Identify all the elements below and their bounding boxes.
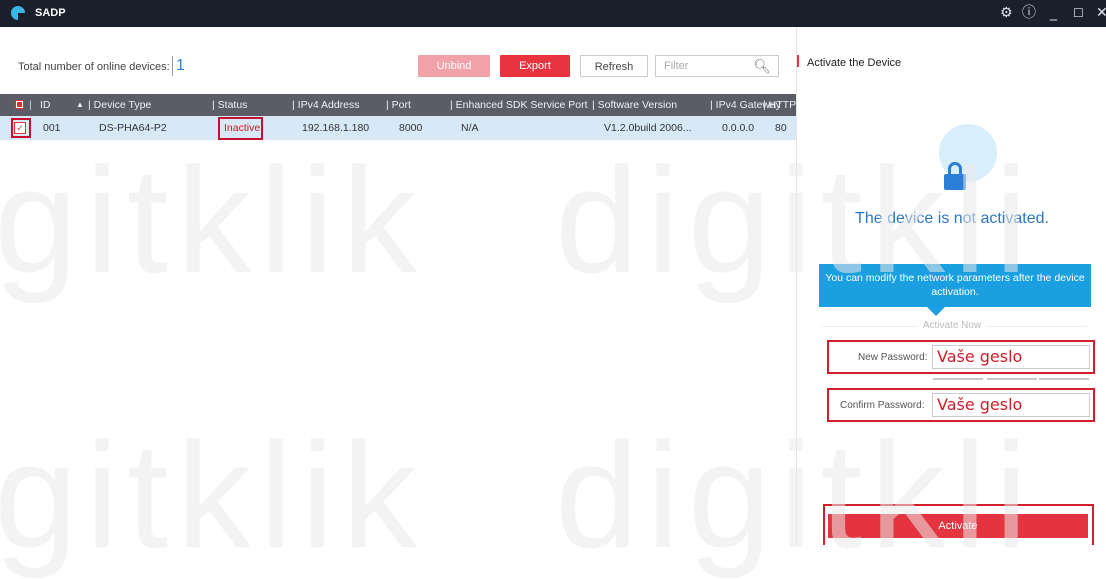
search-icon[interactable]: 🔍︎ (753, 57, 771, 75)
table-row[interactable]: ✓ 001 DS-PHA64-P2 Inactive 192.168.1.180… (0, 116, 796, 140)
activate-button[interactable]: Activate (828, 514, 1088, 538)
tooltip-arrow (927, 307, 945, 316)
cell-software-version: V1.2.0build 2006... (604, 122, 692, 134)
cell-port: 8000 (399, 122, 423, 134)
new-password-field: New Password: Vaše geslo (827, 340, 1095, 374)
unbind-button[interactable]: Unbind (418, 55, 490, 77)
filter-input[interactable]: Filter 🔍︎ (655, 55, 779, 77)
column-header-status[interactable]: | Status (212, 94, 247, 116)
new-password-label: New Password: (858, 352, 928, 363)
filter-placeholder: Filter (664, 60, 689, 72)
confirm-password-input[interactable]: Vaše geslo (932, 393, 1090, 417)
activate-panel: Activate the Device The device is not ac… (796, 27, 1106, 545)
column-header-software-version[interactable]: | Software Version (592, 94, 677, 116)
column-header-sdk-port[interactable]: | Enhanced SDK Service Port (450, 94, 588, 116)
table-header: | ID ▲ | Device Type | Status | IPv4 Add… (0, 94, 796, 116)
confirm-password-field: Confirm Password: Vaše geslo (827, 388, 1095, 422)
minimize-icon[interactable]: _ (1050, 4, 1057, 22)
maximize-icon[interactable]: ☐ (1073, 4, 1084, 22)
column-header-http[interactable]: | HTTP (763, 94, 796, 116)
gear-icon[interactable]: ⚙ (1000, 4, 1013, 22)
password-strength-bar-2 (987, 378, 1037, 380)
activation-status-message: The device is not activated. (855, 210, 1049, 227)
info-icon[interactable]: ⓘ (1022, 4, 1036, 22)
status-highlight (218, 117, 263, 140)
column-header-device-type[interactable]: | Device Type (88, 94, 151, 116)
column-header-id[interactable]: ID (40, 94, 51, 116)
select-all-checkbox[interactable] (15, 100, 24, 109)
activate-now-label: Activate Now (797, 320, 1106, 331)
total-devices-count: 1 (172, 56, 185, 76)
cell-ipv4: 192.168.1.180 (302, 122, 370, 134)
app-logo-icon (11, 6, 25, 20)
export-button[interactable]: Export (500, 55, 570, 77)
section-marker (797, 55, 799, 67)
titlebar: SADP ⚙ ⓘ _ ☐ ✕ (0, 0, 1106, 27)
activate-panel-title: Activate the Device (807, 57, 902, 69)
new-password-input[interactable]: Vaše geslo (932, 345, 1090, 369)
column-separator: | (29, 99, 32, 111)
close-icon[interactable]: ✕ (1096, 4, 1106, 22)
info-tooltip: You can modify the network parameters af… (819, 264, 1091, 307)
lock-icon-body (944, 174, 966, 190)
checkbox-highlight (11, 118, 31, 138)
cell-device-type: DS-PHA64-P2 (99, 122, 167, 134)
app-name: SADP (35, 7, 66, 19)
refresh-button[interactable]: Refresh (580, 55, 648, 77)
cell-http: 80 (775, 122, 787, 134)
total-devices-label: Total number of online devices: (18, 61, 170, 73)
column-header-port[interactable]: | Port (386, 94, 411, 116)
sort-asc-icon[interactable]: ▲ (76, 94, 84, 116)
confirm-password-label: Confirm Password: (840, 400, 925, 411)
cell-sdk-port: N/A (461, 122, 479, 134)
column-header-ipv4[interactable]: | IPv4 Address (292, 94, 360, 116)
cell-id: 001 (43, 122, 61, 134)
password-strength-bar-1 (933, 378, 983, 380)
password-strength-bar-3 (1039, 378, 1089, 380)
cell-gateway: 0.0.0.0 (722, 122, 755, 134)
